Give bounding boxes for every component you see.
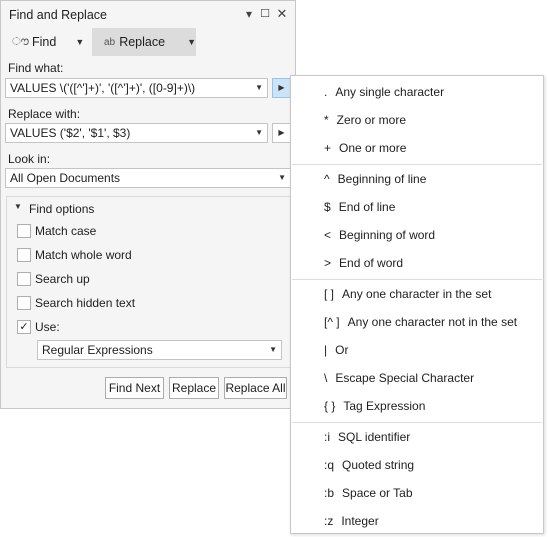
chevron-down-icon[interactable]: ▼	[278, 173, 286, 182]
menu-item-label: One or more	[339, 141, 407, 155]
replace-with-label: Replace with:	[8, 107, 81, 121]
menu-item-token: |	[324, 343, 328, 357]
menu-item-label: Tag Expression	[343, 399, 426, 413]
chevron-down-icon[interactable]: ▼	[255, 128, 263, 137]
menu-item-token: .	[324, 85, 328, 99]
menu-item-token: { }	[324, 399, 336, 413]
find-next-button[interactable]: Find Next	[105, 377, 164, 399]
menu-item-label: Any one character not in the set	[347, 315, 518, 329]
menu-item-integer[interactable]: :z Integer	[291, 507, 543, 535]
chevron-down-icon[interactable]: ▼	[75, 37, 84, 47]
menu-item-or[interactable]: | Or	[291, 336, 543, 364]
chevron-down-icon[interactable]: ▼	[255, 83, 263, 92]
menu-item-label: Or	[335, 343, 349, 357]
match-case-label[interactable]: Match case	[35, 224, 96, 238]
binoculars-icon: ൗ	[12, 35, 29, 48]
menu-item-label: Any one character in the set	[342, 287, 492, 301]
menu-item-label: End of line	[338, 200, 396, 214]
menu-item-label: Quoted string	[342, 458, 415, 472]
menu-item-char-not-in-set[interactable]: [^ ] Any one character not in the set	[291, 308, 543, 336]
menu-item-token: >	[324, 256, 332, 270]
regex-builder-button[interactable]: ▶	[272, 78, 291, 98]
find-options-header[interactable]: Find options	[29, 202, 94, 216]
look-in-select[interactable]: All Open Documents ▼	[5, 168, 291, 188]
menu-item-one-or-more[interactable]: + One or more	[291, 134, 543, 162]
menu-item-beginning-of-word[interactable]: < Beginning of word	[291, 221, 543, 249]
menu-item-token: :q	[324, 458, 335, 472]
tab-replace[interactable]: ab Replace ▼	[92, 28, 196, 56]
find-replace-dialog: Find and Replace ▾ ☐ ✕ ൗ Find ▼ ab Repla…	[0, 0, 296, 409]
menu-item-label: Integer	[341, 514, 379, 528]
use-checkbox[interactable]: ✓	[17, 320, 31, 334]
menu-item-space-or-tab[interactable]: :b Space or Tab	[291, 479, 543, 507]
menu-item-end-of-line[interactable]: $ End of line	[291, 193, 543, 221]
menu-item-token: :z	[324, 514, 334, 528]
search-up-label[interactable]: Search up	[35, 272, 90, 286]
tab-find-label: Find	[32, 35, 57, 49]
chevron-down-icon[interactable]: ▼	[187, 37, 196, 47]
match-whole-word-checkbox[interactable]	[17, 248, 31, 262]
menu-item-token: +	[324, 141, 332, 155]
menu-item-label: Space or Tab	[342, 486, 413, 500]
close-icon[interactable]: ✕	[274, 6, 290, 22]
look-in-label: Look in:	[8, 152, 51, 166]
replace-icon: ab	[104, 36, 116, 48]
match-whole-word-label[interactable]: Match whole word	[35, 248, 132, 262]
checkmark-icon: ✓	[19, 321, 29, 333]
menu-item-label: Any single character	[335, 85, 445, 99]
replace-with-input[interactable]: VALUES ('$2', '$1', $3) ▼	[5, 123, 268, 143]
menu-item-token: [ ]	[324, 287, 335, 301]
menu-item-label: End of word	[339, 256, 404, 270]
menu-item-label: Escape Special Character	[335, 371, 475, 385]
menu-item-label: Zero or more	[336, 113, 407, 127]
tab-find[interactable]: ൗ Find ▼	[1, 28, 89, 56]
menu-item-label: Beginning of line	[337, 172, 427, 186]
menu-item-token: *	[324, 113, 329, 127]
regex-menu: . Any single character * Zero or more + One…	[290, 75, 544, 534]
menu-item-token: ^	[324, 172, 330, 186]
find-what-input[interactable]: VALUES \('([^']+)', '([^']+)', ([0-9]+)\…	[5, 78, 268, 98]
use-label[interactable]: Use:	[35, 320, 60, 334]
dialog-title: Find and Replace	[9, 8, 107, 22]
find-what-label: Find what:	[8, 61, 64, 75]
maximize-icon[interactable]: ☐	[257, 6, 273, 22]
look-in-value: All Open Documents	[10, 171, 121, 185]
menu-item-end-of-word[interactable]: > End of word	[291, 249, 543, 277]
menu-item-beginning-of-line[interactable]: ^ Beginning of line	[291, 165, 543, 193]
tab-bar: ൗ Find ▼ ab Replace ▼	[1, 28, 295, 56]
menu-item-token: $	[324, 200, 331, 214]
menu-item-tag-expression[interactable]: { } Tag Expression	[291, 392, 543, 420]
menu-item-token: <	[324, 228, 332, 242]
menu-item-char-in-set[interactable]: [ ] Any one character in the set	[291, 280, 543, 308]
collapse-icon[interactable]: ▼	[14, 202, 22, 211]
menu-item-token: :b	[324, 486, 335, 500]
replace-with-value: VALUES ('$2', '$1', $3)	[10, 126, 131, 140]
menu-item-sql-identifier[interactable]: :i SQL identifier	[291, 423, 543, 451]
use-value: Regular Expressions	[42, 343, 153, 357]
tab-replace-label: Replace	[119, 35, 166, 49]
menu-item-any-char[interactable]: . Any single character	[291, 78, 543, 106]
search-up-checkbox[interactable]	[17, 272, 31, 286]
menu-item-label: SQL identifier	[338, 430, 411, 444]
match-case-checkbox[interactable]	[17, 224, 31, 238]
menu-item-label: Beginning of word	[339, 228, 436, 242]
replace-button[interactable]: Replace	[169, 377, 219, 399]
search-hidden-text-checkbox[interactable]	[17, 296, 31, 310]
title-bar: Find and Replace ▾ ☐ ✕	[1, 1, 295, 28]
dropdown-arrow-icon[interactable]: ▾	[241, 6, 257, 22]
menu-item-token: \	[324, 371, 328, 385]
menu-item-escape[interactable]: \ Escape Special Character	[291, 364, 543, 392]
find-what-value: VALUES \('([^']+)', '([^']+)', ([0-9]+)\…	[10, 81, 196, 95]
search-hidden-text-label[interactable]: Search hidden text	[35, 296, 135, 310]
menu-item-token: [^ ]	[324, 315, 340, 329]
replace-all-button[interactable]: Replace All	[224, 377, 287, 399]
menu-item-quoted-string[interactable]: :q Quoted string	[291, 451, 543, 479]
use-select[interactable]: Regular Expressions ▼	[37, 340, 282, 360]
find-options-group: ▼ Find options Match case Match whole wo…	[6, 196, 291, 368]
replace-builder-button[interactable]: ▶	[272, 123, 291, 143]
menu-item-token: :i	[324, 430, 330, 444]
chevron-down-icon[interactable]: ▼	[269, 345, 277, 354]
menu-item-zero-or-more[interactable]: * Zero or more	[291, 106, 543, 134]
